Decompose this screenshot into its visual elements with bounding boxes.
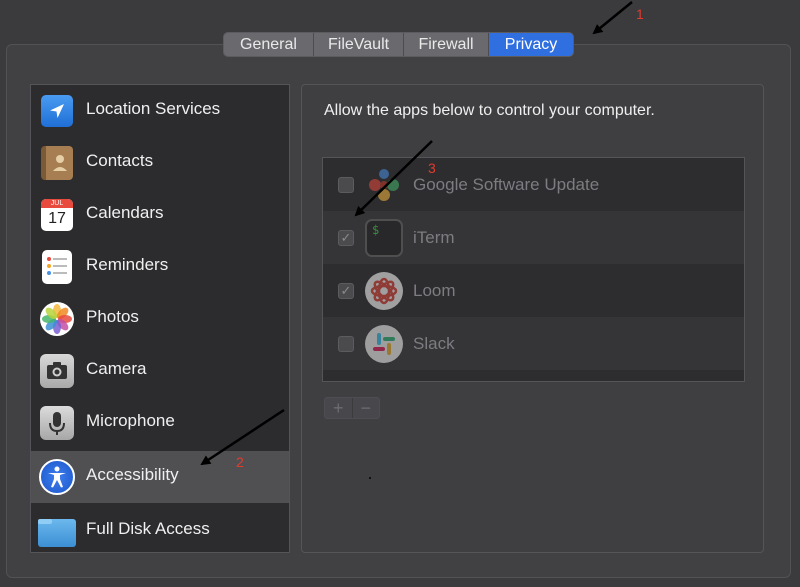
annotation-number-3: 3 — [428, 160, 436, 176]
annotation-number-2: 2 — [236, 454, 244, 470]
annotation-arrows — [200, 1, 633, 466]
arrow-to-iterm-checkbox — [354, 140, 433, 217]
arrow-to-privacy-tab — [592, 1, 633, 35]
security-privacy-window: General FileVault Firewall Privacy Locat… — [0, 0, 800, 587]
annotation-number-1: 1 — [636, 6, 644, 22]
